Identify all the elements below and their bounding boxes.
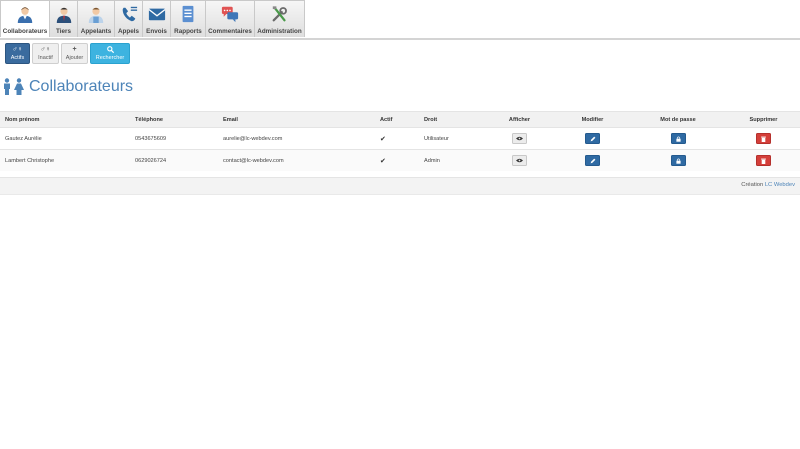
trash-icon bbox=[761, 158, 766, 164]
tab-administration[interactable]: Administration bbox=[254, 0, 305, 37]
cell-name: Lambert Christophe bbox=[5, 157, 55, 164]
tab-commentaires[interactable]: Commentaires bbox=[205, 0, 255, 37]
button-label: Rechercher bbox=[95, 55, 125, 61]
tab-label: Rapports bbox=[174, 28, 202, 35]
header-edit: Modifier bbox=[581, 116, 604, 123]
eye-icon bbox=[516, 136, 523, 141]
cell-password bbox=[629, 133, 727, 144]
tab-label: Collaborateurs bbox=[2, 28, 48, 35]
header-delete: Supprimer bbox=[749, 116, 778, 123]
cell-active: ✔ bbox=[375, 135, 419, 143]
cell-email: contact@lc-webdev.com bbox=[223, 157, 284, 164]
lock-icon bbox=[675, 158, 681, 164]
cell-view bbox=[483, 133, 556, 144]
view-button[interactable] bbox=[512, 155, 527, 166]
eye-icon bbox=[516, 158, 523, 163]
tab-collaborateurs[interactable]: Collaborateurs bbox=[0, 0, 50, 37]
credit-link[interactable]: LC Webdev bbox=[765, 182, 795, 188]
filter-actifs-button[interactable]: ♂♀ Actifs bbox=[5, 43, 30, 64]
header-phone: Téléphone bbox=[135, 116, 163, 123]
edit-button[interactable] bbox=[585, 133, 600, 144]
password-button[interactable] bbox=[670, 133, 686, 144]
footer: Création LC Webdev bbox=[0, 177, 800, 195]
cell-delete bbox=[727, 133, 800, 144]
cell-name: Gautez Aurélie bbox=[5, 135, 42, 142]
tab-label: Commentaires bbox=[208, 28, 252, 35]
cell-delete bbox=[727, 155, 800, 166]
cell-password bbox=[629, 155, 727, 166]
collaborator-icon bbox=[17, 7, 33, 23]
cell-role: Admin bbox=[424, 157, 440, 164]
tab-label: Appels bbox=[118, 28, 139, 35]
tab-label: Tiers bbox=[56, 28, 71, 35]
tab-label: Envois bbox=[146, 28, 167, 35]
people-icon: ♂♀ bbox=[12, 46, 23, 53]
envelope-icon bbox=[147, 8, 166, 21]
pencil-icon bbox=[590, 136, 595, 141]
button-label: Inactif bbox=[38, 55, 53, 61]
search-icon bbox=[106, 46, 114, 53]
cell-view bbox=[483, 155, 556, 166]
view-button[interactable] bbox=[512, 133, 527, 144]
cell-email: aurelie@lc-webdev.com bbox=[223, 135, 283, 142]
header-email: Email bbox=[223, 116, 238, 123]
delete-button[interactable] bbox=[756, 133, 771, 144]
top-navigation: Collaborateurs Tiers Appelants Appels En… bbox=[0, 0, 800, 40]
header-view: Afficher bbox=[508, 116, 531, 123]
cell-active: ✔ bbox=[375, 157, 419, 165]
trash-icon bbox=[761, 136, 766, 142]
caller-icon bbox=[88, 7, 104, 23]
credit-prefix: Création bbox=[741, 182, 764, 188]
tab-envois[interactable]: Envois bbox=[142, 0, 171, 37]
add-button[interactable]: + Ajouter bbox=[61, 43, 88, 64]
plus-icon: + bbox=[72, 46, 77, 53]
check-icon: ✔ bbox=[380, 157, 386, 165]
button-label: Ajouter bbox=[65, 55, 84, 61]
table-row: Gautez Aurélie 0543675609 aurelie@lc-web… bbox=[0, 127, 800, 149]
third-party-icon bbox=[56, 7, 71, 23]
comments-icon bbox=[221, 6, 239, 23]
header-active: Actif bbox=[380, 116, 393, 123]
button-label: Actifs bbox=[10, 55, 25, 61]
people-icon: ♂♀ bbox=[40, 46, 51, 53]
password-button[interactable] bbox=[670, 155, 686, 166]
sub-toolbar: ♂♀ Actifs ♂♀ Inactif + Ajouter Recherche… bbox=[5, 43, 130, 64]
tab-appels[interactable]: Appels bbox=[114, 0, 143, 37]
table-row: Lambert Christophe 0629026724 contact@lc… bbox=[0, 149, 800, 171]
header-role: Droit bbox=[424, 116, 438, 123]
phone-icon bbox=[122, 6, 137, 22]
cell-phone: 0543675609 bbox=[135, 135, 167, 142]
page-title: Collaborateurs bbox=[29, 78, 134, 95]
edit-button[interactable] bbox=[585, 155, 600, 166]
cell-phone: 0629026724 bbox=[135, 157, 167, 164]
tab-label: Administration bbox=[257, 28, 302, 35]
tab-label: Appelants bbox=[80, 28, 112, 35]
tools-icon bbox=[272, 6, 287, 22]
header-password: Mot de passe bbox=[660, 116, 696, 123]
report-icon bbox=[182, 5, 194, 23]
lock-icon bbox=[675, 136, 681, 142]
page-heading: Collaborateurs bbox=[2, 78, 133, 96]
tab-rapports[interactable]: Rapports bbox=[170, 0, 206, 37]
tab-appelants[interactable]: Appelants bbox=[77, 0, 115, 37]
cell-edit bbox=[556, 155, 629, 166]
module-tabs: Collaborateurs Tiers Appelants Appels En… bbox=[0, 0, 305, 38]
footer-credit: Création LC Webdev bbox=[741, 182, 795, 188]
collaborators-table: Nom prénom Téléphone Email Actif Droit A… bbox=[0, 111, 800, 171]
pencil-icon bbox=[590, 158, 595, 163]
header-name: Nom prénom bbox=[5, 116, 40, 123]
table-header: Nom prénom Téléphone Email Actif Droit A… bbox=[0, 111, 800, 127]
cell-role: Utilisateur bbox=[424, 135, 449, 142]
search-button[interactable]: Rechercher bbox=[90, 43, 130, 64]
check-icon: ✔ bbox=[380, 135, 386, 143]
filter-inactif-button[interactable]: ♂♀ Inactif bbox=[32, 43, 59, 64]
tab-tiers[interactable]: Tiers bbox=[49, 0, 78, 37]
cell-edit bbox=[556, 133, 629, 144]
delete-button[interactable] bbox=[756, 155, 771, 166]
male-female-icon bbox=[4, 78, 24, 95]
